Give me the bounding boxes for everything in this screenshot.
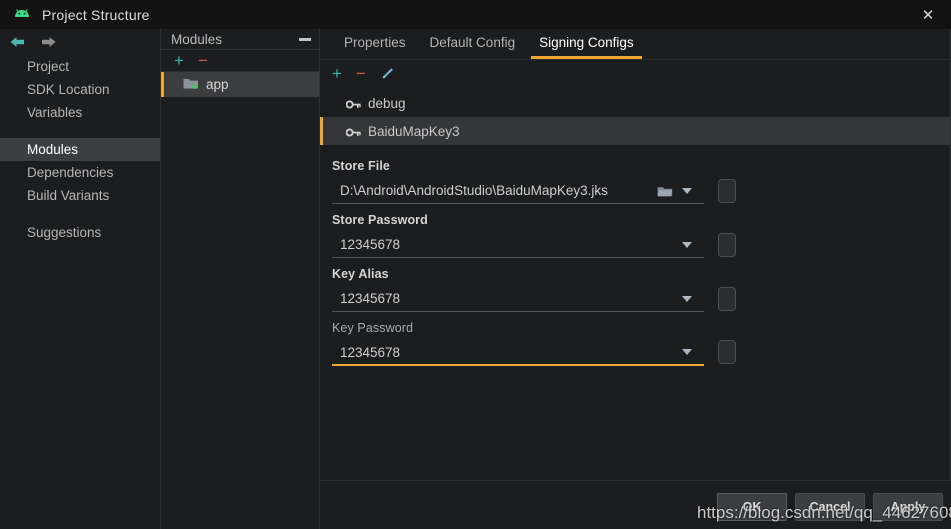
signing-configs-toolbar: + − — [320, 60, 950, 87]
key-password-input-row[interactable]: 12345678 — [332, 340, 736, 366]
android-icon — [12, 8, 32, 22]
store-password-dropdown-icon[interactable] — [682, 241, 692, 248]
close-icon[interactable]: ✕ — [905, 0, 951, 29]
signing-config-form: Store File D:\Android\AndroidStudio\Baid… — [320, 145, 950, 366]
key-alias-dropdown-icon[interactable] — [682, 295, 692, 302]
main-content: Properties Default Config Signing Config… — [320, 29, 951, 481]
module-list-item-app[interactable]: app — [161, 72, 319, 97]
sidebar-item-project[interactable]: Project — [0, 55, 160, 78]
modules-panel: Modules + − app — [160, 29, 320, 529]
key-password-value[interactable]: 12345678 — [332, 345, 682, 360]
modules-panel-header: Modules — [161, 29, 319, 50]
sidebar-item-suggestions[interactable]: Suggestions — [0, 221, 160, 244]
tab-bar: Properties Default Config Signing Config… — [320, 29, 950, 60]
field-store-password: Store Password 12345678 — [326, 213, 950, 258]
modules-toolbar: + − — [161, 50, 319, 72]
key-password-variable-button[interactable] — [718, 340, 736, 364]
pencil-icon[interactable] — [380, 67, 394, 81]
field-key-password: Key Password 12345678 — [326, 321, 950, 366]
apply-button[interactable]: Apply — [873, 493, 943, 521]
field-key-alias: Key Alias 12345678 — [326, 267, 950, 312]
arrow-left-icon[interactable] — [9, 35, 26, 49]
key-alias-value[interactable]: 12345678 — [332, 291, 682, 306]
field-label-key-alias: Key Alias — [332, 267, 389, 281]
key-alias-variable-button[interactable] — [718, 286, 736, 311]
store-password-value[interactable]: 12345678 — [332, 237, 682, 252]
ok-button[interactable]: OK — [717, 493, 787, 521]
store-file-variable-button[interactable] — [718, 178, 736, 203]
title-bar: Project Structure ✕ — [0, 0, 951, 29]
key-icon — [345, 98, 361, 109]
add-signing-config-button[interactable]: + — [332, 65, 342, 82]
key-alias-input-row[interactable]: 12345678 — [332, 286, 736, 312]
store-file-value[interactable]: D:\Android\AndroidStudio\BaiduMapKey3.jk… — [332, 183, 657, 198]
sidebar-item-dependencies[interactable]: Dependencies — [0, 161, 160, 184]
signing-config-label: debug — [368, 95, 406, 111]
tab-default-config[interactable]: Default Config — [418, 28, 528, 59]
modules-panel-title: Modules — [171, 31, 223, 47]
key-password-dropdown-icon[interactable] — [682, 349, 692, 355]
remove-module-button[interactable]: − — [198, 52, 208, 69]
sidebar-item-modules[interactable]: Modules — [0, 138, 160, 161]
signing-config-item-debug[interactable]: debug — [320, 89, 950, 117]
add-module-button[interactable]: + — [174, 52, 184, 69]
navigation-bar — [0, 29, 160, 55]
tab-properties[interactable]: Properties — [332, 28, 418, 59]
tab-signing-configs[interactable]: Signing Configs — [527, 28, 646, 59]
field-store-file: Store File D:\Android\AndroidStudio\Baid… — [326, 159, 950, 204]
store-password-variable-button[interactable] — [718, 232, 736, 257]
project-structure-dialog: Project Structure ✕ Project SDK Location… — [0, 0, 951, 529]
module-label: app — [206, 77, 229, 92]
key-icon — [345, 126, 361, 137]
sidebar: Project SDK Location Variables Modules D… — [0, 55, 160, 529]
signing-config-item-baidumapkey3[interactable]: BaiduMapKey3 — [320, 117, 950, 145]
store-file-dropdown-icon[interactable] — [682, 187, 692, 194]
signing-config-label: BaiduMapKey3 — [368, 123, 460, 139]
field-label-store-file: Store File — [332, 159, 390, 173]
sidebar-item-sdk-location[interactable]: SDK Location — [0, 78, 160, 101]
field-label-store-password: Store Password — [332, 213, 428, 227]
store-file-input-row[interactable]: D:\Android\AndroidStudio\BaiduMapKey3.jk… — [332, 178, 736, 204]
store-password-input-row[interactable]: 12345678 — [332, 232, 736, 258]
sidebar-item-variables[interactable]: Variables — [0, 101, 160, 124]
module-folder-icon — [183, 77, 199, 93]
sidebar-divider-2 — [0, 207, 160, 221]
window-title: Project Structure — [42, 6, 150, 23]
cancel-button[interactable]: Cancel — [795, 493, 865, 521]
remove-signing-config-button[interactable]: − — [356, 65, 366, 82]
signing-configs-list: debug BaiduMapKey3 — [320, 89, 950, 145]
dialog-buttons: OK Cancel Apply — [717, 493, 943, 521]
sidebar-item-build-variants[interactable]: Build Variants — [0, 184, 160, 207]
sidebar-divider-1 — [0, 124, 160, 138]
field-label-key-password: Key Password — [332, 321, 414, 335]
folder-browse-icon[interactable] — [657, 185, 673, 197]
arrow-right-icon[interactable] — [40, 35, 57, 49]
minimize-icon[interactable] — [299, 37, 311, 41]
